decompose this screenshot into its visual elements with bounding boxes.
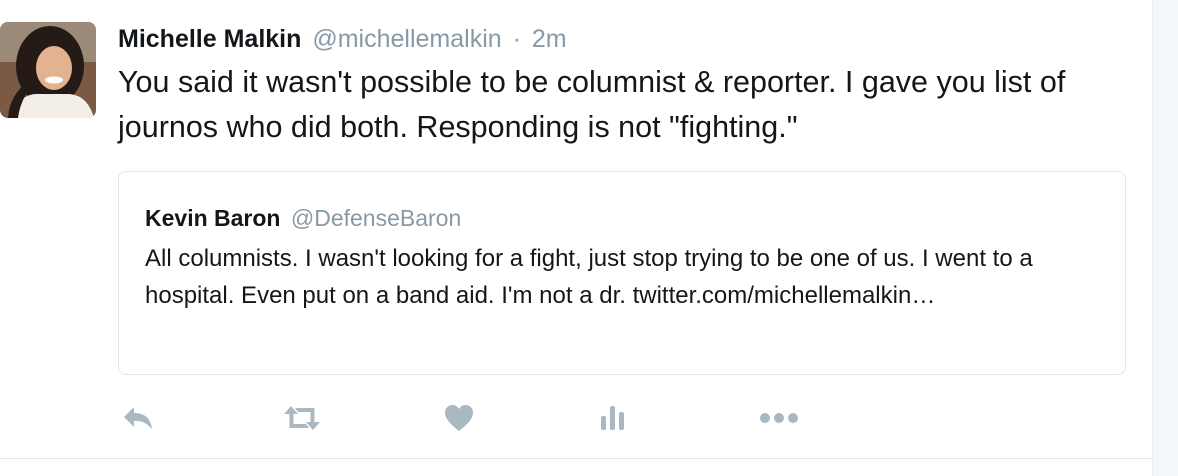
quoted-tweet-header: Kevin Baron @DefenseBaron <box>145 202 461 234</box>
quoted-tweet[interactable]: Kevin Baron @DefenseBaron All columnists… <box>118 171 1126 375</box>
like-icon <box>445 405 473 431</box>
quoted-author-handle: @DefenseBaron <box>290 205 462 231</box>
reply-button[interactable] <box>120 398 156 438</box>
avatar-image <box>0 22 96 118</box>
author-handle[interactable]: @michellemalkin <box>312 25 501 53</box>
right-gutter <box>1152 0 1178 476</box>
quoted-author-name: Kevin Baron <box>145 205 281 231</box>
tweet-header: Michelle Malkin @michellemalkin · 2m <box>118 22 567 56</box>
author-name[interactable]: Michelle Malkin <box>118 25 301 53</box>
separator: · <box>512 25 521 53</box>
retweet-button[interactable] <box>280 398 324 438</box>
avatar[interactable] <box>0 22 96 118</box>
reply-icon <box>124 407 152 429</box>
more-icon <box>760 413 798 423</box>
retweet-icon <box>284 406 320 430</box>
more-button[interactable] <box>758 398 800 438</box>
analytics-icon <box>601 406 624 430</box>
tweet-text: You said it wasn't possible to be column… <box>118 65 1066 144</box>
like-button[interactable] <box>442 398 476 438</box>
next-tweet-area <box>0 459 1152 476</box>
analytics-button[interactable] <box>598 398 628 438</box>
timestamp[interactable]: 2m <box>532 25 567 53</box>
quoted-tweet-text: All columnists. I wasn't looking for a f… <box>145 245 1033 309</box>
tweet-actions <box>118 398 838 438</box>
tweet[interactable]: Michelle Malkin @michellemalkin · 2m You… <box>0 0 1152 458</box>
